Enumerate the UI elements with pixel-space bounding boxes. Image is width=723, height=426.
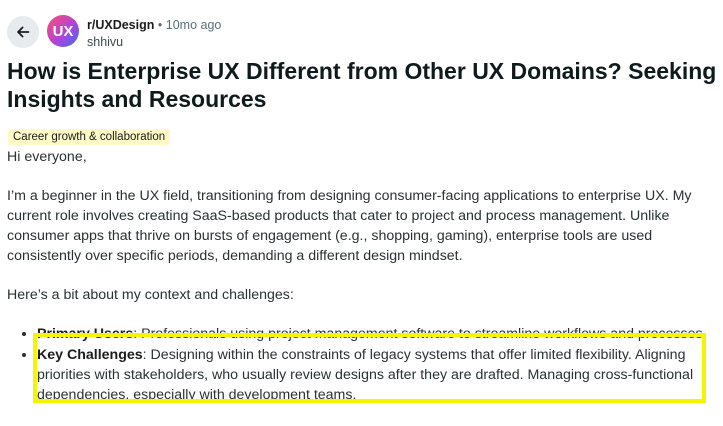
list-item: Key Challenges: Designing within the con…	[37, 345, 707, 405]
subreddit-avatar-text: UX	[52, 22, 74, 40]
context-heading: Here’s a bit about my context and challe…	[7, 287, 294, 303]
meta-separator: •	[157, 18, 163, 32]
post-meta: r/UXDesign • 10mo ago shhivu	[87, 17, 221, 51]
bullet-label: Key Challenges	[37, 347, 143, 363]
list-item: Primary Users: Professionals using proje…	[37, 324, 707, 344]
post-time: 10mo ago	[165, 18, 222, 32]
subreddit-avatar[interactable]: UX	[47, 15, 79, 47]
bullet-text: : Professionals using project management…	[133, 326, 707, 342]
back-button[interactable]	[7, 16, 39, 48]
subreddit-link[interactable]: r/UXDesign	[87, 18, 154, 32]
greeting-text: Hi everyone,	[7, 149, 87, 165]
post-flair[interactable]: Career growth & collaboration	[8, 129, 171, 145]
intro-paragraph: I’m a beginner in the UX field, transiti…	[7, 188, 692, 264]
author-link[interactable]: shhivu	[87, 34, 221, 51]
bullet-label: Primary Users	[37, 326, 134, 342]
arrow-left-icon	[17, 26, 30, 38]
post-body: Hi everyone, I’m a beginner in the UX fi…	[7, 147, 707, 406]
post-title: How is Enterprise UX Different from Othe…	[7, 58, 717, 112]
bullet-list: Primary Users: Professionals using proje…	[7, 324, 707, 405]
